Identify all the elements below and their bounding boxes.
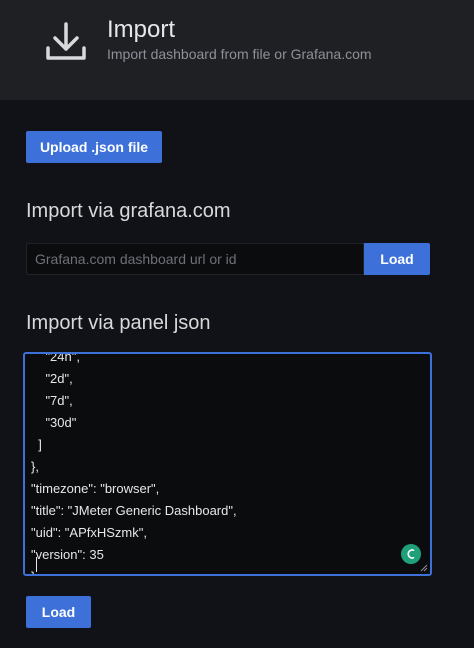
load-json-button[interactable]: Load <box>26 596 91 628</box>
page-header: Import Import dashboard from file or Gra… <box>0 0 474 100</box>
json-line: "2d", <box>31 371 73 386</box>
crescent-icon <box>407 549 415 559</box>
json-line: "7d", <box>31 393 73 408</box>
json-line: }, <box>31 459 39 474</box>
json-line: "title": "JMeter Generic Dashboard", <box>31 503 237 518</box>
page-subtitle: Import dashboard from file or Grafana.co… <box>107 46 372 62</box>
grafana-com-section-title: Import via grafana.com <box>26 200 231 222</box>
upload-json-button[interactable]: Upload .json file <box>26 131 162 163</box>
json-content: "24h", "2d", "7d", "30d" ] }, "timezone"… <box>31 352 237 574</box>
json-line: "24h", <box>31 352 80 364</box>
grafana-com-url-input[interactable] <box>26 243 364 275</box>
panel-json-section-title: Import via panel json <box>26 312 211 334</box>
page-title: Import <box>107 16 176 43</box>
load-url-button[interactable]: Load <box>364 243 430 275</box>
panel-json-textarea[interactable]: "24h", "2d", "7d", "30d" ] }, "timezone"… <box>23 352 432 576</box>
download-icon <box>46 22 86 60</box>
json-line: "30d" <box>31 415 77 430</box>
assistant-icon[interactable] <box>401 544 421 564</box>
json-line: ] <box>31 437 42 452</box>
json-line: "timezone": "browser", <box>31 481 160 496</box>
json-line: "uid": "APfxHSzmk", <box>31 525 147 540</box>
resize-grip-icon[interactable] <box>420 564 428 572</box>
json-line: "version": 35 <box>31 547 104 562</box>
text-caret <box>36 557 37 572</box>
json-line: } <box>31 566 237 574</box>
